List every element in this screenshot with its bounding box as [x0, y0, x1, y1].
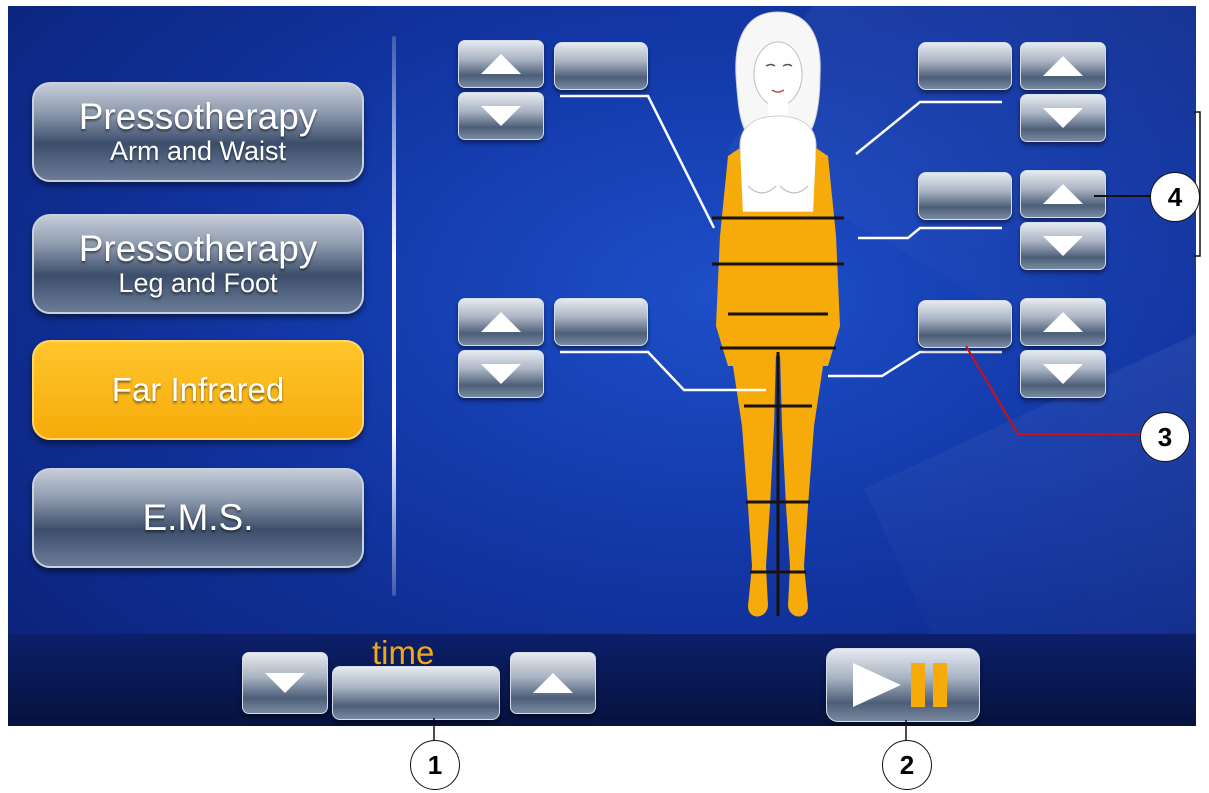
callout-leader-lines — [433, 111, 1201, 742]
callout-1: 1 — [410, 740, 460, 790]
callout-2: 2 — [882, 740, 932, 790]
callout-3: 3 — [1140, 412, 1190, 462]
callout-4: 4 — [1150, 172, 1200, 222]
